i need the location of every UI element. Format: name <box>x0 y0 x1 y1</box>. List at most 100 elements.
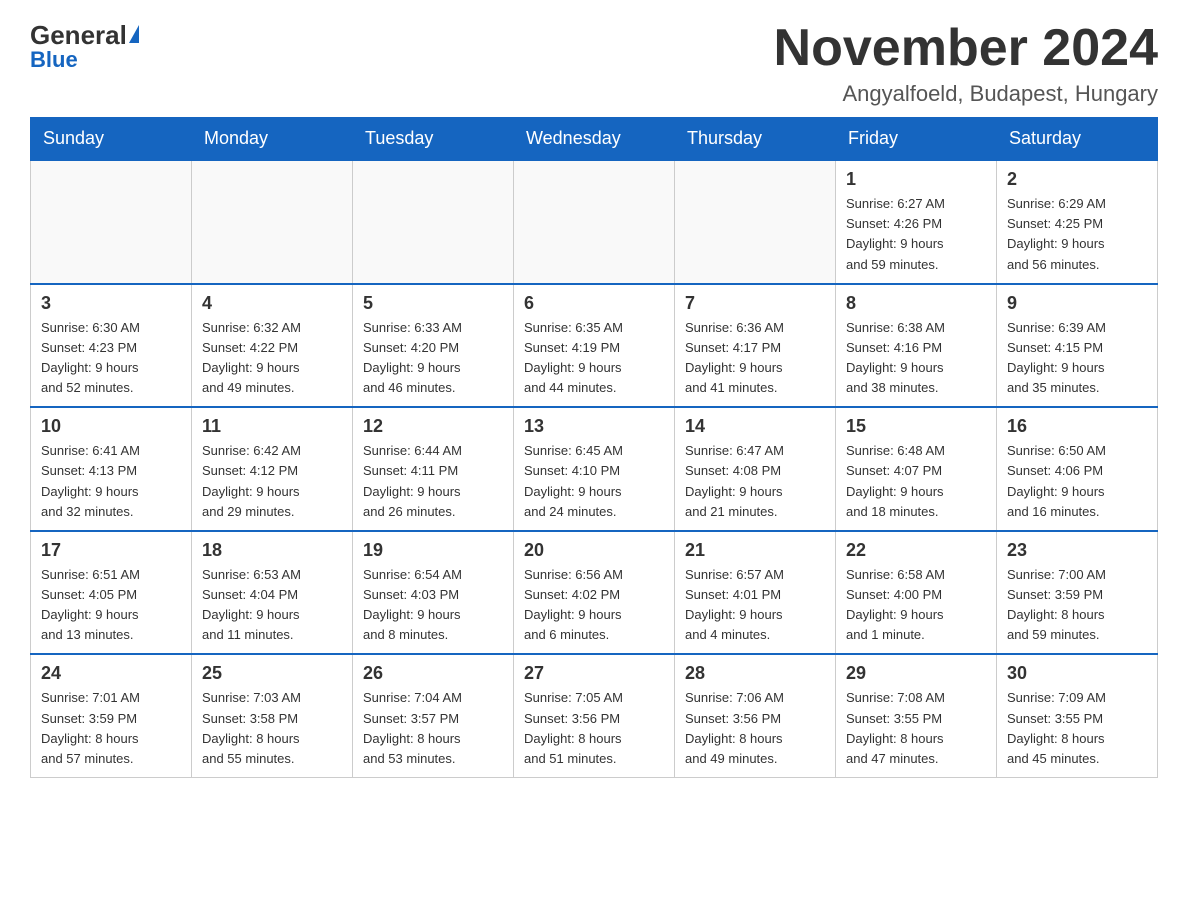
table-row: 11 Sunrise: 6:42 AM Sunset: 4:12 PM Dayli… <box>192 407 353 531</box>
logo-blue-text: Blue <box>30 47 78 73</box>
day-number: 13 <box>524 416 664 437</box>
day-number: 20 <box>524 540 664 561</box>
day-info: Sunrise: 6:44 AM Sunset: 4:11 PM Dayligh… <box>363 441 503 522</box>
day-info: Sunrise: 6:54 AM Sunset: 4:03 PM Dayligh… <box>363 565 503 646</box>
day-info: Sunrise: 7:00 AM Sunset: 3:59 PM Dayligh… <box>1007 565 1147 646</box>
day-info: Sunrise: 6:38 AM Sunset: 4:16 PM Dayligh… <box>846 318 986 399</box>
table-row: 7Sunrise: 6:36 AM Sunset: 4:17 PM Daylig… <box>675 284 836 408</box>
table-row: 13 Sunrise: 6:45 AM Sunset: 4:10 PM Dayli… <box>514 407 675 531</box>
day-number: 28 <box>685 663 825 684</box>
day-number: 16 <box>1007 416 1147 437</box>
table-row: 4 Sunrise: 6:32 AM Sunset: 4:22 PM Daylig… <box>192 284 353 408</box>
day-info: Sunrise: 7:05 AM Sunset: 3:56 PM Dayligh… <box>524 688 664 769</box>
day-number: 1 <box>846 169 986 190</box>
day-info: Sunrise: 7:06 AM Sunset: 3:56 PM Dayligh… <box>685 688 825 769</box>
logo-triangle-icon <box>129 25 139 43</box>
table-row: 9 Sunrise: 6:39 AM Sunset: 4:15 PM Daylig… <box>997 284 1158 408</box>
day-info: Sunrise: 6:32 AM Sunset: 4:22 PM Dayligh… <box>202 318 342 399</box>
week-row-2: 3Sunrise: 6:30 AM Sunset: 4:23 PM Daylig… <box>31 284 1158 408</box>
day-info: Sunrise: 7:08 AM Sunset: 3:55 PM Dayligh… <box>846 688 986 769</box>
location-title: Angyalfoeld, Budapest, Hungary <box>774 81 1158 107</box>
day-number: 14 <box>685 416 825 437</box>
table-row: 21 Sunrise: 6:57 AM Sunset: 4:01 PM Dayli… <box>675 531 836 655</box>
table-row: 24 Sunrise: 7:01 AM Sunset: 3:59 PM Dayli… <box>31 654 192 777</box>
day-info: Sunrise: 7:01 AM Sunset: 3:59 PM Dayligh… <box>41 688 181 769</box>
title-section: November 2024 Angyalfoeld, Budapest, Hun… <box>774 20 1158 107</box>
table-row: 19Sunrise: 6:54 AM Sunset: 4:03 PM Dayli… <box>353 531 514 655</box>
month-title: November 2024 <box>774 20 1158 77</box>
day-info: Sunrise: 6:30 AM Sunset: 4:23 PM Dayligh… <box>41 318 181 399</box>
weekday-header-tuesday: Tuesday <box>353 118 514 161</box>
day-info: Sunrise: 6:47 AM Sunset: 4:08 PM Dayligh… <box>685 441 825 522</box>
table-row: 18 Sunrise: 6:53 AM Sunset: 4:04 PM Dayli… <box>192 531 353 655</box>
day-info: Sunrise: 6:42 AM Sunset: 4:12 PM Dayligh… <box>202 441 342 522</box>
table-row: 17Sunrise: 6:51 AM Sunset: 4:05 PM Dayli… <box>31 531 192 655</box>
day-info: Sunrise: 6:27 AM Sunset: 4:26 PM Dayligh… <box>846 194 986 275</box>
week-row-3: 10 Sunrise: 6:41 AM Sunset: 4:13 PM Dayli… <box>31 407 1158 531</box>
table-row: 1 Sunrise: 6:27 AM Sunset: 4:26 PM Daylig… <box>836 160 997 284</box>
calendar-table: SundayMondayTuesdayWednesdayThursdayFrid… <box>30 117 1158 778</box>
table-row: 5Sunrise: 6:33 AM Sunset: 4:20 PM Daylig… <box>353 284 514 408</box>
day-info: Sunrise: 6:41 AM Sunset: 4:13 PM Dayligh… <box>41 441 181 522</box>
weekday-header-saturday: Saturday <box>997 118 1158 161</box>
day-number: 29 <box>846 663 986 684</box>
day-number: 6 <box>524 293 664 314</box>
table-row: 6 Sunrise: 6:35 AM Sunset: 4:19 PM Daylig… <box>514 284 675 408</box>
day-number: 5 <box>363 293 503 314</box>
day-number: 2 <box>1007 169 1147 190</box>
day-info: Sunrise: 7:03 AM Sunset: 3:58 PM Dayligh… <box>202 688 342 769</box>
day-number: 10 <box>41 416 181 437</box>
table-row: 25 Sunrise: 7:03 AM Sunset: 3:58 PM Dayli… <box>192 654 353 777</box>
day-info: Sunrise: 6:50 AM Sunset: 4:06 PM Dayligh… <box>1007 441 1147 522</box>
table-row: 16 Sunrise: 6:50 AM Sunset: 4:06 PM Dayli… <box>997 407 1158 531</box>
day-info: Sunrise: 6:45 AM Sunset: 4:10 PM Dayligh… <box>524 441 664 522</box>
day-number: 8 <box>846 293 986 314</box>
weekday-header-wednesday: Wednesday <box>514 118 675 161</box>
weekday-header-friday: Friday <box>836 118 997 161</box>
day-number: 27 <box>524 663 664 684</box>
table-row <box>192 160 353 284</box>
logo: General Blue <box>30 20 139 73</box>
day-number: 11 <box>202 416 342 437</box>
table-row: 12 Sunrise: 6:44 AM Sunset: 4:11 PM Dayli… <box>353 407 514 531</box>
day-number: 9 <box>1007 293 1147 314</box>
week-row-4: 17Sunrise: 6:51 AM Sunset: 4:05 PM Dayli… <box>31 531 1158 655</box>
day-info: Sunrise: 6:48 AM Sunset: 4:07 PM Dayligh… <box>846 441 986 522</box>
day-number: 21 <box>685 540 825 561</box>
table-row: 3Sunrise: 6:30 AM Sunset: 4:23 PM Daylig… <box>31 284 192 408</box>
day-number: 26 <box>363 663 503 684</box>
day-info: Sunrise: 6:53 AM Sunset: 4:04 PM Dayligh… <box>202 565 342 646</box>
weekday-header-row: SundayMondayTuesdayWednesdayThursdayFrid… <box>31 118 1158 161</box>
day-number: 25 <box>202 663 342 684</box>
day-info: Sunrise: 7:04 AM Sunset: 3:57 PM Dayligh… <box>363 688 503 769</box>
day-number: 24 <box>41 663 181 684</box>
day-info: Sunrise: 6:56 AM Sunset: 4:02 PM Dayligh… <box>524 565 664 646</box>
week-row-5: 24 Sunrise: 7:01 AM Sunset: 3:59 PM Dayli… <box>31 654 1158 777</box>
day-number: 23 <box>1007 540 1147 561</box>
day-info: Sunrise: 6:58 AM Sunset: 4:00 PM Dayligh… <box>846 565 986 646</box>
day-info: Sunrise: 6:39 AM Sunset: 4:15 PM Dayligh… <box>1007 318 1147 399</box>
table-row: 23 Sunrise: 7:00 AM Sunset: 3:59 PM Dayli… <box>997 531 1158 655</box>
day-info: Sunrise: 7:09 AM Sunset: 3:55 PM Dayligh… <box>1007 688 1147 769</box>
day-info: Sunrise: 6:29 AM Sunset: 4:25 PM Dayligh… <box>1007 194 1147 275</box>
table-row: 27 Sunrise: 7:05 AM Sunset: 3:56 PM Dayli… <box>514 654 675 777</box>
page-header: General Blue November 2024 Angyalfoeld, … <box>30 20 1158 107</box>
table-row: 22 Sunrise: 6:58 AM Sunset: 4:00 PM Dayli… <box>836 531 997 655</box>
weekday-header-sunday: Sunday <box>31 118 192 161</box>
day-number: 12 <box>363 416 503 437</box>
table-row: 29 Sunrise: 7:08 AM Sunset: 3:55 PM Dayli… <box>836 654 997 777</box>
day-info: Sunrise: 6:51 AM Sunset: 4:05 PM Dayligh… <box>41 565 181 646</box>
day-info: Sunrise: 6:36 AM Sunset: 4:17 PM Dayligh… <box>685 318 825 399</box>
table-row: 28 Sunrise: 7:06 AM Sunset: 3:56 PM Dayli… <box>675 654 836 777</box>
day-number: 15 <box>846 416 986 437</box>
day-number: 22 <box>846 540 986 561</box>
day-info: Sunrise: 6:35 AM Sunset: 4:19 PM Dayligh… <box>524 318 664 399</box>
table-row: 15 Sunrise: 6:48 AM Sunset: 4:07 PM Dayli… <box>836 407 997 531</box>
day-number: 18 <box>202 540 342 561</box>
table-row <box>353 160 514 284</box>
week-row-1: 1 Sunrise: 6:27 AM Sunset: 4:26 PM Daylig… <box>31 160 1158 284</box>
table-row <box>675 160 836 284</box>
table-row: 26 Sunrise: 7:04 AM Sunset: 3:57 PM Dayli… <box>353 654 514 777</box>
day-number: 4 <box>202 293 342 314</box>
day-info: Sunrise: 6:57 AM Sunset: 4:01 PM Dayligh… <box>685 565 825 646</box>
